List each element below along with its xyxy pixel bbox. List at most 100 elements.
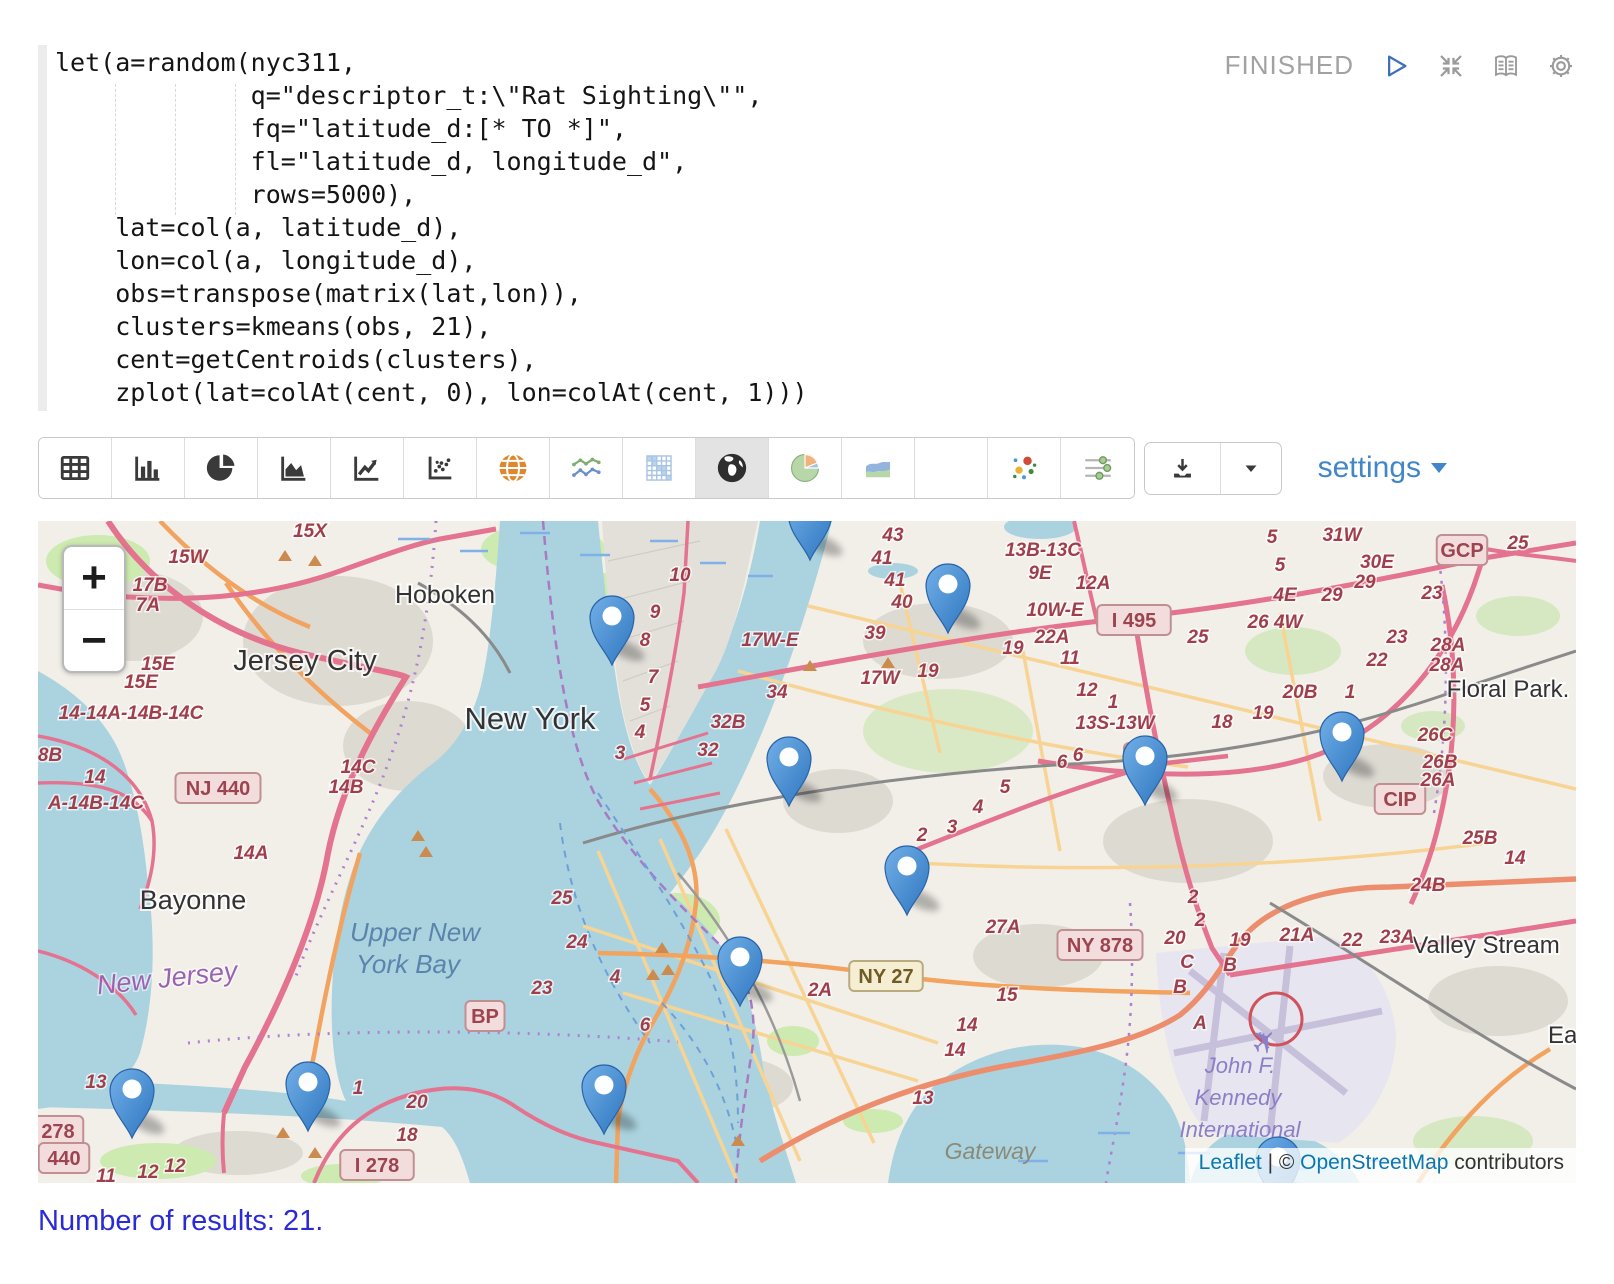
viz-button-table-icon[interactable] <box>39 438 112 498</box>
route-number-label: 14 <box>944 1040 966 1061</box>
settings-toggle[interactable]: settings <box>1318 451 1448 485</box>
route-number-label: 15E <box>124 672 159 693</box>
route-number-label: 8B <box>38 745 62 766</box>
route-number-label: 20 <box>1163 928 1186 949</box>
route-number-label: 2 <box>1187 887 1199 908</box>
map[interactable]: NJ 440I 495GCPCIPNY 878NY 27BPI 27827844… <box>38 521 1576 1183</box>
route-shield-label: 440 <box>47 1148 80 1170</box>
city-label: Jersey City <box>233 645 377 677</box>
route-number-label: 14-14A-14B-14C <box>59 703 204 724</box>
compress-icon[interactable] <box>1436 51 1466 81</box>
viz-button-stream-chart-icon[interactable] <box>842 438 915 498</box>
city-label: Bayonne <box>140 885 247 915</box>
route-number-label: 2A <box>807 980 832 1001</box>
route-number-label: B <box>1223 955 1237 976</box>
route-number-label: 27A <box>985 917 1021 938</box>
leaflet-link[interactable]: Leaflet <box>1199 1151 1262 1174</box>
route-number-label: 8 <box>640 630 651 651</box>
notebook-paragraph: let(a=random(nyc311, q="descriptor_t:\"R… <box>0 0 1614 1268</box>
map-canvas[interactable]: NJ 440I 495GCPCIPNY 878NY 27BPI 27827844… <box>38 521 1576 1183</box>
viz-button-multi-line-chart-icon[interactable] <box>550 438 623 498</box>
route-number-label: A <box>1192 1013 1207 1034</box>
code-line: zplot(lat=colAt(cent, 0), lon=colAt(cent… <box>55 376 1576 409</box>
viz-button-line-chart-icon[interactable] <box>331 438 404 498</box>
viz-button-scatter-chart-icon[interactable] <box>404 438 477 498</box>
route-number-label: 5 <box>1000 777 1011 798</box>
viz-button-map-globe-alt-icon[interactable] <box>915 438 988 498</box>
route-number-label: 26C <box>1417 725 1453 746</box>
route-number-label: 5 <box>640 695 651 716</box>
route-number-label: 22 <box>1340 930 1363 951</box>
route-number-label: 20 <box>405 1092 428 1113</box>
viz-button-area-chart-icon[interactable] <box>258 438 331 498</box>
map-attribution: Leaflet | © OpenStreetMap contributors <box>1185 1148 1576 1183</box>
route-number-label: 32B <box>711 712 746 733</box>
run-icon[interactable] <box>1381 51 1411 81</box>
code-line: lat=col(a, latitude_d), <box>55 211 1576 244</box>
zoom-out-button[interactable]: − <box>64 609 124 671</box>
route-number-label: 30E <box>1360 552 1395 573</box>
route-number-label: C <box>1180 952 1194 973</box>
code-line: fq="latitude_d:[* TO *]", <box>55 112 1576 145</box>
route-number-label: B <box>1173 977 1187 998</box>
route-number-label: 14B <box>329 777 364 798</box>
viz-button-sliders-icon[interactable] <box>1061 438 1134 498</box>
viz-button-map-globe-icon[interactable] <box>696 438 769 498</box>
route-shield-label: I 278 <box>355 1155 399 1177</box>
viz-button-pie-colored-icon[interactable] <box>769 438 842 498</box>
code-line: cent=getCentroids(clusters), <box>55 343 1576 376</box>
viz-button-scatter-colored-icon[interactable] <box>988 438 1061 498</box>
route-number-label: 15W <box>168 547 209 568</box>
indent-guide <box>115 84 116 215</box>
route-number-label: 4 <box>972 797 984 818</box>
attribution-separator: | <box>1262 1151 1279 1174</box>
route-number-label: 22 <box>1365 650 1388 671</box>
route-number-label: 13 <box>912 1088 934 1109</box>
download-caret-button[interactable] <box>1220 443 1281 494</box>
route-number-label: 21A <box>1279 925 1315 946</box>
route-number-label: 14 <box>956 1015 978 1036</box>
indent-guide <box>235 84 236 215</box>
route-number-label: 5 <box>1275 555 1286 576</box>
viz-button-globe-chart-icon[interactable] <box>477 438 550 498</box>
code-editor: let(a=random(nyc311, q="descriptor_t:\"R… <box>38 42 1576 414</box>
marker-pin-dot <box>123 1080 142 1099</box>
marker-pin-dot <box>939 575 958 594</box>
water-label: York Bay <box>356 949 462 979</box>
download-button[interactable] <box>1145 443 1220 494</box>
paragraph-controls: FINISHED <box>1225 50 1576 81</box>
airport-label: John F. <box>1204 1053 1276 1078</box>
route-number-label: 17B <box>133 575 168 596</box>
zoom-in-button[interactable]: + <box>64 547 124 609</box>
viz-button-pie-chart-icon[interactable] <box>185 438 258 498</box>
route-number-label: 2 <box>916 825 928 846</box>
city-label: Hoboken <box>395 581 495 609</box>
route-number-label: 15 <box>996 985 1018 1006</box>
download-group <box>1144 442 1282 495</box>
attribution-suffix: contributors <box>1448 1151 1564 1174</box>
route-shield-label: NY 878 <box>1067 935 1133 957</box>
viz-button-heatmap-chart-icon[interactable] <box>623 438 696 498</box>
route-number-label: 4 <box>609 967 621 988</box>
route-number-label: 19 <box>1252 703 1274 724</box>
route-number-label: 7 <box>648 667 660 688</box>
book-icon[interactable] <box>1491 51 1521 81</box>
marker-pin-dot <box>1136 747 1155 766</box>
status-label: FINISHED <box>1225 50 1354 81</box>
marker-pin-dot <box>1333 723 1352 742</box>
indent-guide <box>175 84 176 215</box>
gear-icon[interactable] <box>1546 51 1576 81</box>
code-text[interactable]: let(a=random(nyc311, q="descriptor_t:\"R… <box>55 42 1576 409</box>
zoom-control: + − <box>62 545 126 673</box>
route-number-label: 22A <box>1034 627 1070 648</box>
route-number-label: 11 <box>1060 648 1080 669</box>
code-line: rows=5000), <box>55 178 1576 211</box>
osm-link[interactable]: OpenStreetMap <box>1300 1151 1448 1174</box>
route-number-label: 18 <box>1211 712 1233 733</box>
caret-down-icon <box>1430 461 1448 475</box>
route-number-label: 9 <box>650 602 661 623</box>
city-label: New York <box>465 701 596 736</box>
viz-button-bar-chart-icon[interactable] <box>112 438 185 498</box>
code-line: lon=col(a, longitude_d), <box>55 244 1576 277</box>
route-number-label: 40 <box>890 592 913 613</box>
